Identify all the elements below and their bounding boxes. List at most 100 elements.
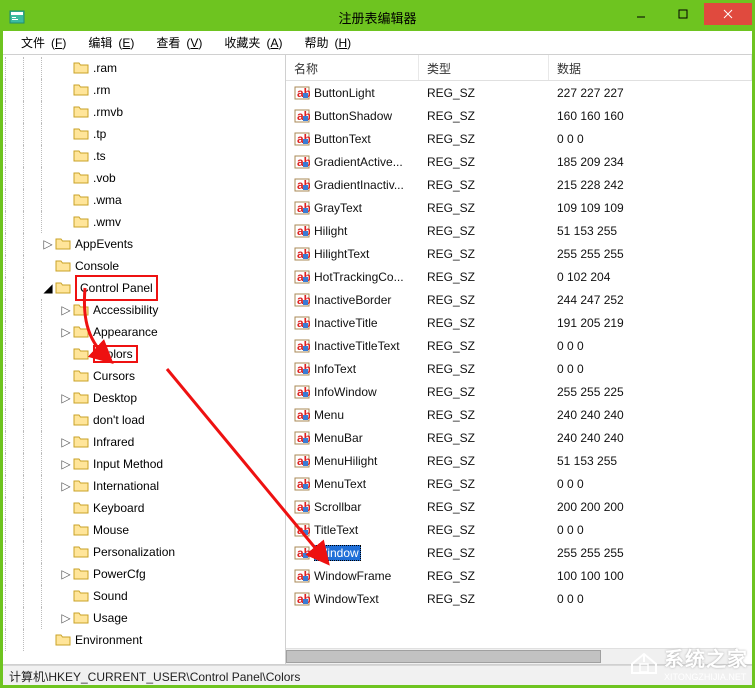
tree-item-control-panel[interactable]: ◢Control Panel xyxy=(5,277,283,299)
list-row[interactable]: abInactiveTitleTextREG_SZ0 0 0 xyxy=(286,334,752,357)
list-row[interactable]: abHotTrackingCo...REG_SZ0 102 204 xyxy=(286,265,752,288)
titlebar[interactable]: 注册表编辑器 xyxy=(3,3,752,31)
folder-icon xyxy=(73,192,89,208)
tree-item[interactable]: ▷Colors xyxy=(5,343,283,365)
string-value-icon: ab xyxy=(294,591,310,607)
list-row[interactable]: abMenuREG_SZ240 240 240 xyxy=(286,403,752,426)
value-data: 0 0 0 xyxy=(549,523,752,537)
expander-closed-icon[interactable]: ▷ xyxy=(41,237,55,251)
value-type: REG_SZ xyxy=(419,500,549,514)
menu-help[interactable]: 帮助(H) xyxy=(292,31,357,54)
string-value-icon: ab xyxy=(294,154,310,170)
tree-item-label: .rmvb xyxy=(93,101,123,123)
tree-item[interactable]: ▷ PowerCfg xyxy=(5,563,283,585)
list-row[interactable]: abInactiveTitleREG_SZ191 205 219 xyxy=(286,311,752,334)
tree-item[interactable]: ▷Keyboard xyxy=(5,497,283,519)
scrollbar-thumb[interactable] xyxy=(286,650,601,663)
tree-item[interactable]: ▷Accessibility xyxy=(5,299,283,321)
tree-item[interactable]: ▷Console xyxy=(5,255,283,277)
tree-item[interactable]: ▷.ram xyxy=(5,57,283,79)
list-row[interactable]: abWindowFrameREG_SZ100 100 100 xyxy=(286,564,752,587)
horizontal-scrollbar[interactable] xyxy=(286,648,736,664)
folder-icon xyxy=(73,544,89,560)
list-row[interactable]: abInactiveBorderREG_SZ244 247 252 xyxy=(286,288,752,311)
expander-open-icon[interactable]: ◢ xyxy=(41,281,55,295)
value-name: GrayText xyxy=(314,201,362,215)
column-type-header[interactable]: 类型 xyxy=(419,55,549,80)
list-view[interactable]: abButtonLightREG_SZ227 227 227abButtonSh… xyxy=(286,81,752,648)
tree-item[interactable]: ▷AppEvents xyxy=(5,233,283,255)
value-name: MenuText xyxy=(314,477,366,491)
tree-item[interactable]: ▷.rmvb xyxy=(5,101,283,123)
list-row[interactable]: abButtonShadowREG_SZ160 160 160 xyxy=(286,104,752,127)
tree-item-label: PowerCfg xyxy=(93,563,146,585)
string-value-icon: ab xyxy=(294,568,310,584)
menu-favorites[interactable]: 收藏夹(A) xyxy=(212,31,288,54)
close-button[interactable] xyxy=(704,3,752,25)
list-row[interactable]: abMenuBarREG_SZ240 240 240 xyxy=(286,426,752,449)
tree-item[interactable]: ▷.wma xyxy=(5,189,283,211)
tree-item[interactable]: ▷Environment xyxy=(5,629,283,651)
list-row[interactable]: abMenuTextREG_SZ0 0 0 xyxy=(286,472,752,495)
expander-closed-icon[interactable]: ▷ xyxy=(59,611,73,625)
menu-file[interactable]: 文件(F) xyxy=(9,31,72,54)
tree-item[interactable]: ▷.wmv xyxy=(5,211,283,233)
expander-closed-icon[interactable]: ▷ xyxy=(59,391,73,405)
tree-item[interactable]: ▷Input Method xyxy=(5,453,283,475)
list-row[interactable]: abScrollbarREG_SZ200 200 200 xyxy=(286,495,752,518)
tree-item-label: don't load xyxy=(93,409,145,431)
column-name-header[interactable]: 名称 xyxy=(286,55,419,80)
tree-item[interactable]: ▷.vob xyxy=(5,167,283,189)
list-row[interactable]: abInfoWindowREG_SZ255 255 225 xyxy=(286,380,752,403)
list-row[interactable]: abButtonLightREG_SZ227 227 227 xyxy=(286,81,752,104)
list-row[interactable]: abWindowREG_SZ255 255 255 xyxy=(286,541,752,564)
expander-closed-icon[interactable]: ▷ xyxy=(59,435,73,449)
tree-item[interactable]: ▷Personalization xyxy=(5,541,283,563)
expander-closed-icon[interactable]: ▷ xyxy=(59,325,73,339)
folder-icon xyxy=(73,478,89,494)
tree-item-label: Colors xyxy=(93,343,138,365)
tree-item[interactable]: ▷Sound xyxy=(5,585,283,607)
folder-icon xyxy=(55,258,71,274)
tree-item[interactable]: ▷don't load xyxy=(5,409,283,431)
tree-item[interactable]: ▷.ts xyxy=(5,145,283,167)
list-row[interactable]: abGradientInactiv...REG_SZ215 228 242 xyxy=(286,173,752,196)
list-row[interactable]: abWindowTextREG_SZ0 0 0 xyxy=(286,587,752,610)
list-row[interactable]: abGradientActive...REG_SZ185 209 234 xyxy=(286,150,752,173)
tree-item[interactable]: ▷.tp xyxy=(5,123,283,145)
tree-item[interactable]: ▷Appearance xyxy=(5,321,283,343)
tree-item[interactable]: ▷International xyxy=(5,475,283,497)
list-row[interactable]: abButtonTextREG_SZ0 0 0 xyxy=(286,127,752,150)
tree-item[interactable]: ▷Cursors xyxy=(5,365,283,387)
menu-edit[interactable]: 编辑(E) xyxy=(76,31,140,54)
list-row[interactable]: abHilightTextREG_SZ255 255 255 xyxy=(286,242,752,265)
tree-view[interactable]: ▷.ram▷.rm▷.rmvb▷.tp▷.ts▷.vob▷.wma▷.wmv▷A… xyxy=(5,57,283,662)
expander-closed-icon[interactable]: ▷ xyxy=(59,479,73,493)
expander-closed-icon[interactable]: ▷ xyxy=(59,303,73,317)
expander-closed-icon[interactable]: ▷ xyxy=(59,567,73,581)
value-data: 240 240 240 xyxy=(549,431,752,445)
tree-item[interactable]: ▷.rm xyxy=(5,79,283,101)
tree-item-label: Sound xyxy=(93,585,128,607)
tree-item[interactable]: ▷Mouse xyxy=(5,519,283,541)
list-row[interactable]: abMenuHilightREG_SZ51 153 255 xyxy=(286,449,752,472)
menu-view[interactable]: 查看(V) xyxy=(144,31,208,54)
value-type: REG_SZ xyxy=(419,293,549,307)
tree-item[interactable]: ▷Usage xyxy=(5,607,283,629)
list-row[interactable]: abInfoTextREG_SZ0 0 0 xyxy=(286,357,752,380)
value-data: 227 227 227 xyxy=(549,86,752,100)
list-row[interactable]: abTitleTextREG_SZ0 0 0 xyxy=(286,518,752,541)
value-name: TitleText xyxy=(314,523,358,537)
tree-item[interactable]: ▷Infrared xyxy=(5,431,283,453)
folder-icon xyxy=(73,588,89,604)
value-type: REG_SZ xyxy=(419,178,549,192)
tree-item[interactable]: ▷Desktop xyxy=(5,387,283,409)
list-row[interactable]: abGrayTextREG_SZ109 109 109 xyxy=(286,196,752,219)
value-data: 200 200 200 xyxy=(549,500,752,514)
value-type: REG_SZ xyxy=(419,546,549,560)
maximize-button[interactable] xyxy=(662,3,704,25)
column-data-header[interactable]: 数据 xyxy=(549,55,752,80)
minimize-button[interactable] xyxy=(620,3,662,25)
expander-closed-icon[interactable]: ▷ xyxy=(59,457,73,471)
list-row[interactable]: abHilightREG_SZ51 153 255 xyxy=(286,219,752,242)
